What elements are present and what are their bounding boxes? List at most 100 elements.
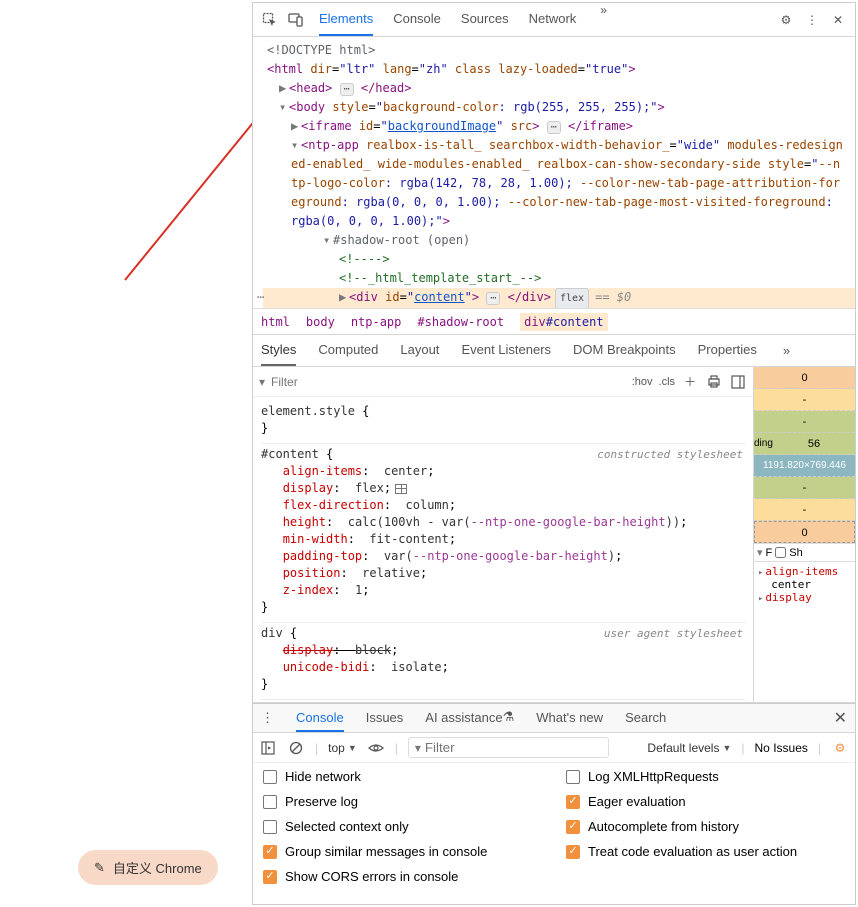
css-rule[interactable]: user agent stylesheetdiv { display: bloc…: [261, 623, 745, 700]
plus-icon[interactable]: ＋: [681, 373, 699, 391]
styles-body: ▾ :hov .cls ＋ element.style {}constructe…: [253, 367, 855, 703]
console-setting-row[interactable]: Selected context only: [263, 819, 542, 834]
dom-head[interactable]: ▶<head> ⋯ </head>: [263, 79, 855, 98]
funnel-icon: ▾: [415, 741, 421, 755]
side-show-label: Sh: [789, 547, 802, 559]
tab-overflow-icon[interactable]: »: [596, 3, 611, 36]
tab-sources[interactable]: Sources: [461, 3, 509, 36]
dom-tree[interactable]: <!DOCTYPE html> <html dir="ltr" lang="zh…: [253, 37, 855, 309]
subtab-overflow-icon[interactable]: »: [779, 343, 794, 358]
console-setting-row[interactable]: Hide network: [263, 769, 542, 784]
close-icon[interactable]: ✕: [827, 9, 849, 31]
bm-padding-bottom: -: [754, 477, 855, 499]
crumb-shadow-root[interactable]: #shadow-root: [417, 315, 504, 329]
show-all-checkbox[interactable]: [775, 547, 786, 558]
setting-label: Hide network: [285, 769, 361, 784]
css-rules[interactable]: element.style {}constructed stylesheet#c…: [253, 397, 753, 702]
console-setting-row[interactable]: Group similar messages in console: [263, 844, 542, 859]
dom-comment1[interactable]: <!---->: [263, 250, 855, 269]
gear-icon[interactable]: ⚙: [775, 9, 797, 31]
device-toggle-icon[interactable]: [285, 9, 307, 31]
tab-elements[interactable]: Elements: [319, 3, 373, 36]
kebab-icon[interactable]: ⋮: [801, 9, 823, 31]
bm-margin-bottom: 0: [754, 521, 855, 543]
devtools-panel: Elements Console Sources Network » ⚙ ⋮ ✕…: [252, 2, 856, 905]
panel-icon[interactable]: [729, 373, 747, 391]
print-icon[interactable]: [705, 373, 723, 391]
dom-shadow-root[interactable]: ▾#shadow-root (open): [263, 231, 855, 250]
checkbox[interactable]: [566, 820, 580, 834]
levels-dropdown[interactable]: Default levels▼: [647, 741, 731, 755]
console-filter-input[interactable]: [425, 740, 602, 755]
dropdown-label: Default levels: [647, 741, 719, 755]
tab-label: Console: [393, 11, 441, 26]
console-setting-row[interactable]: Preserve log: [263, 794, 542, 809]
dom-html[interactable]: <html dir="ltr" lang="zh" class lazy-loa…: [263, 60, 855, 79]
sidebar-toggle-icon[interactable]: [259, 739, 277, 757]
crumb-ntp-app[interactable]: ntp-app: [351, 315, 402, 329]
tab-console[interactable]: Console: [393, 3, 441, 36]
subtab-layout[interactable]: Layout: [400, 335, 439, 366]
setting-label: Selected context only: [285, 819, 409, 834]
subtab-styles[interactable]: Styles: [261, 335, 296, 366]
drawer-close-icon[interactable]: ✕: [834, 708, 847, 728]
dom-iframe[interactable]: ▶<iframe id="backgroundImage" src> ⋯ </i…: [263, 117, 855, 136]
drawer-kebab-icon[interactable]: ⋮: [261, 710, 274, 726]
crumb-body[interactable]: body: [306, 315, 335, 329]
clear-console-icon[interactable]: [287, 739, 305, 757]
setting-label: Log XMLHttpRequests: [588, 769, 719, 784]
drawer-tab-console[interactable]: Console: [296, 704, 344, 732]
funnel-icon: ▾: [757, 546, 763, 559]
css-rule[interactable]: constructed stylesheet#content { align-i…: [261, 444, 745, 623]
drawer-tab-whatsnew[interactable]: What's new: [536, 704, 603, 732]
customize-chrome-button[interactable]: ✎ 自定义 Chrome: [78, 850, 218, 885]
tab-network[interactable]: Network: [529, 3, 577, 36]
crumb-selected[interactable]: div#content: [520, 313, 607, 331]
checkbox[interactable]: [263, 820, 277, 834]
checkbox[interactable]: [566, 795, 580, 809]
console-gear-icon[interactable]: ⚙: [831, 739, 849, 757]
subtab-breakpoints[interactable]: DOM Breakpoints: [573, 335, 676, 366]
setting-label: Eager evaluation: [588, 794, 686, 809]
main-tabs: Elements Console Sources Network »: [319, 3, 771, 36]
subtab-properties[interactable]: Properties: [698, 335, 757, 366]
dom-selected-node[interactable]: ⋯ ▶<div id="content"> ⋯ </div>flex== $0: [263, 288, 855, 309]
selection-marker-icon: ⋯: [257, 288, 264, 307]
bm-border-bottom: -: [754, 499, 855, 521]
checkbox[interactable]: [263, 845, 277, 859]
checkbox[interactable]: [566, 845, 580, 859]
cls-toggle[interactable]: .cls: [659, 376, 676, 388]
checkbox[interactable]: [263, 795, 277, 809]
checkbox[interactable]: [566, 770, 580, 784]
console-setting-row[interactable]: Treat code evaluation as user action: [566, 844, 845, 859]
subtab-computed[interactable]: Computed: [318, 335, 378, 366]
console-setting-row[interactable]: Log XMLHttpRequests: [566, 769, 845, 784]
checkbox[interactable]: [263, 770, 277, 784]
eye-icon[interactable]: [367, 739, 385, 757]
flex-badge[interactable]: flex: [555, 288, 589, 309]
inspect-icon[interactable]: [259, 9, 281, 31]
bm-margin-top: 0: [754, 367, 855, 389]
setting-label: Autocomplete from history: [588, 819, 739, 834]
console-setting-row[interactable]: Show CORS errors in console: [263, 869, 542, 884]
dom-doctype[interactable]: <!DOCTYPE html>: [263, 41, 855, 60]
side-computed-list: ▸align-items center ▸display: [754, 562, 855, 607]
styles-filter-input[interactable]: [271, 375, 445, 389]
checkbox[interactable]: [263, 870, 277, 884]
crumb-html[interactable]: html: [261, 315, 290, 329]
chevron-down-icon: ▼: [348, 743, 357, 753]
dom-body[interactable]: ▾<body style="background-color: rgb(255,…: [263, 98, 855, 117]
dom-ntp-app[interactable]: ▾<ntp-app realbox-is-tall_ searchbox-wid…: [263, 136, 855, 231]
console-setting-row[interactable]: Autocomplete from history: [566, 819, 845, 834]
drawer-tab-issues[interactable]: Issues: [366, 704, 404, 732]
styles-tabs: Styles Computed Layout Event Listeners D…: [253, 335, 855, 367]
console-filter[interactable]: ▾: [408, 737, 609, 758]
context-dropdown[interactable]: top▼: [328, 741, 357, 755]
hov-toggle[interactable]: :hov: [632, 376, 653, 388]
css-rule[interactable]: element.style {}: [261, 401, 745, 444]
dom-comment2[interactable]: <!--_html_template_start_-->: [263, 269, 855, 288]
subtab-listeners[interactable]: Event Listeners: [461, 335, 551, 366]
drawer-tab-ai[interactable]: AI assistance ⚗: [425, 704, 514, 732]
console-setting-row[interactable]: Eager evaluation: [566, 794, 845, 809]
drawer-tab-search[interactable]: Search: [625, 704, 666, 732]
